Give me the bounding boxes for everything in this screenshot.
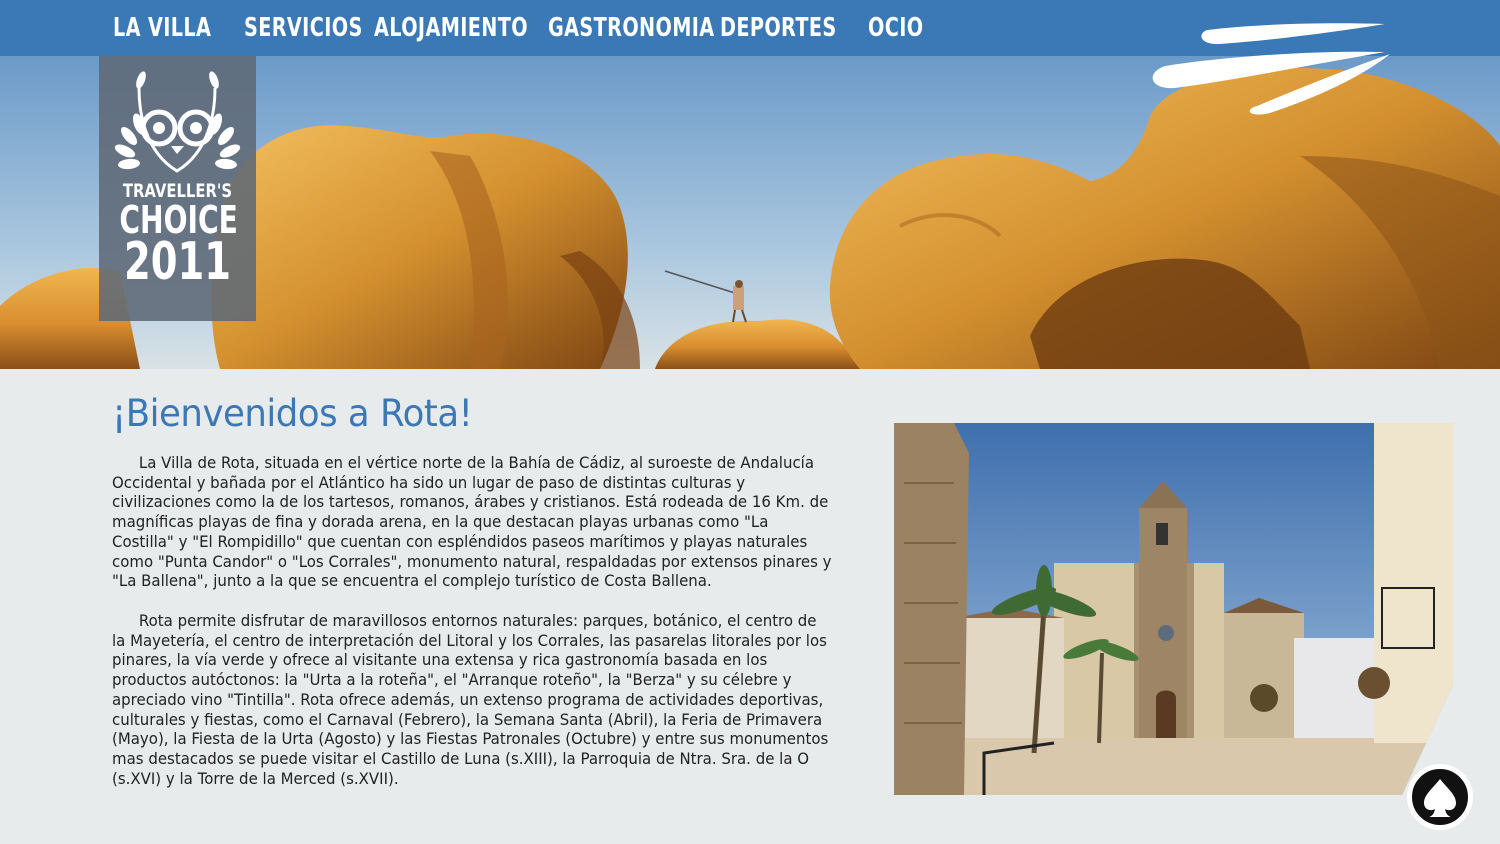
nav-item-servicios[interactable]: SERVICIOS xyxy=(244,8,363,48)
nav-item-ocio[interactable]: OCIO xyxy=(868,8,923,48)
swoosh-logo-icon[interactable] xyxy=(1145,18,1395,118)
nav-item-alojamiento[interactable]: ALOJAMIENTO xyxy=(374,8,528,48)
nav-item-la-villa[interactable]: LA VILLA xyxy=(113,8,211,48)
intro-paragraph: La Villa de Rota, situada en el vértice … xyxy=(112,454,832,591)
attractions-paragraph: Rota permite disfrutar de maravillosos e… xyxy=(112,612,829,788)
badge-year-text: 2011 xyxy=(123,232,232,292)
travellers-choice-badge: TRAVELLER'S CHOICE 2011 xyxy=(99,56,256,321)
page-title: ¡Bienvenidos a Rota! xyxy=(112,392,473,435)
church-plaza-photo xyxy=(894,423,1453,795)
owl-laurel-icon xyxy=(114,71,241,173)
nav-item-gastronomia[interactable]: GASTRONOMIA xyxy=(548,8,715,48)
spade-logo-icon[interactable] xyxy=(1407,764,1473,830)
nav-item-deportes[interactable]: DEPORTES xyxy=(720,8,837,48)
